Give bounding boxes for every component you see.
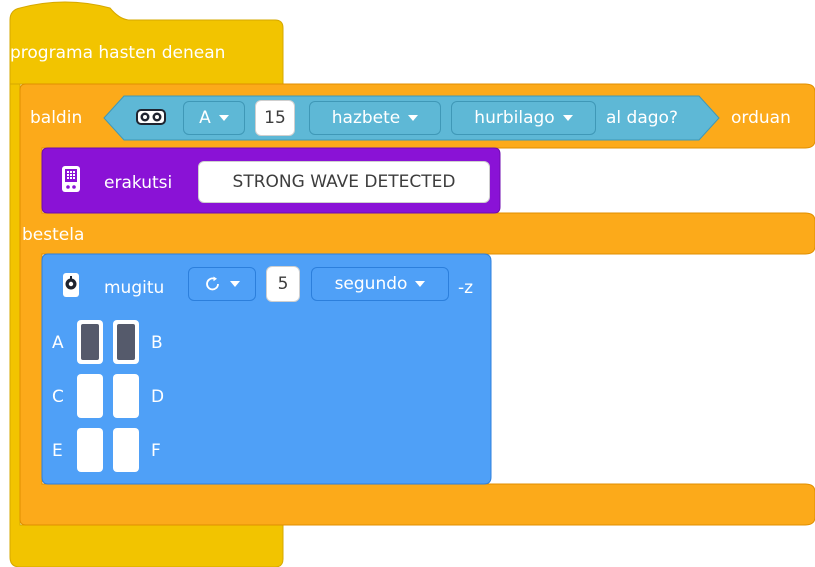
chevron-down-icon (230, 281, 240, 287)
amount-input[interactable]: 5 (266, 266, 300, 302)
chevron-down-icon (415, 281, 426, 287)
motor-icon (62, 272, 80, 298)
condition-suffix: al dago? (606, 108, 678, 128)
port-toggle-f[interactable] (113, 428, 139, 472)
port-toggle-a[interactable] (77, 320, 103, 364)
ultrasonic-sensor-icon (136, 107, 166, 127)
port-label-f: F (151, 441, 161, 461)
comparison-value: hurbilago (474, 108, 555, 128)
unit-value: hazbete (331, 108, 401, 128)
display-matrix-icon (61, 165, 81, 193)
port-dropdown[interactable]: A (183, 101, 245, 135)
unit-dropdown[interactable]: hazbete (309, 101, 441, 135)
display-label: erakutsi (104, 173, 173, 193)
port-label-d: D (151, 387, 165, 407)
port-value: A (199, 108, 211, 128)
comparison-dropdown[interactable]: hurbilago (451, 101, 596, 135)
time-unit-value: segundo (334, 274, 408, 294)
direction-dropdown[interactable] (188, 267, 256, 301)
chevron-down-icon (218, 115, 229, 121)
if-label: baldin (30, 108, 83, 128)
port-label-c: C (52, 387, 64, 407)
chevron-down-icon (562, 115, 573, 121)
distance-input[interactable]: 15 (255, 100, 295, 136)
chevron-down-icon (408, 115, 419, 121)
port-label-a: A (52, 333, 64, 353)
port-label-b: B (151, 333, 163, 353)
rotate-clockwise-icon (204, 275, 222, 293)
port-toggle-c[interactable] (77, 374, 103, 418)
then-label: orduan (731, 108, 791, 128)
port-label-e: E (52, 441, 63, 461)
time-unit-dropdown[interactable]: segundo (311, 267, 449, 301)
port-toggle-b[interactable] (113, 320, 139, 364)
move-suffix: -z (458, 278, 474, 298)
move-label: mugitu (104, 278, 165, 298)
else-label: bestela (22, 225, 85, 245)
display-text-input[interactable]: STRONG WAVE DETECTED (198, 161, 490, 203)
hat-label: programa hasten denean (10, 43, 226, 63)
port-toggle-d[interactable] (113, 374, 139, 418)
port-toggle-e[interactable] (77, 428, 103, 472)
